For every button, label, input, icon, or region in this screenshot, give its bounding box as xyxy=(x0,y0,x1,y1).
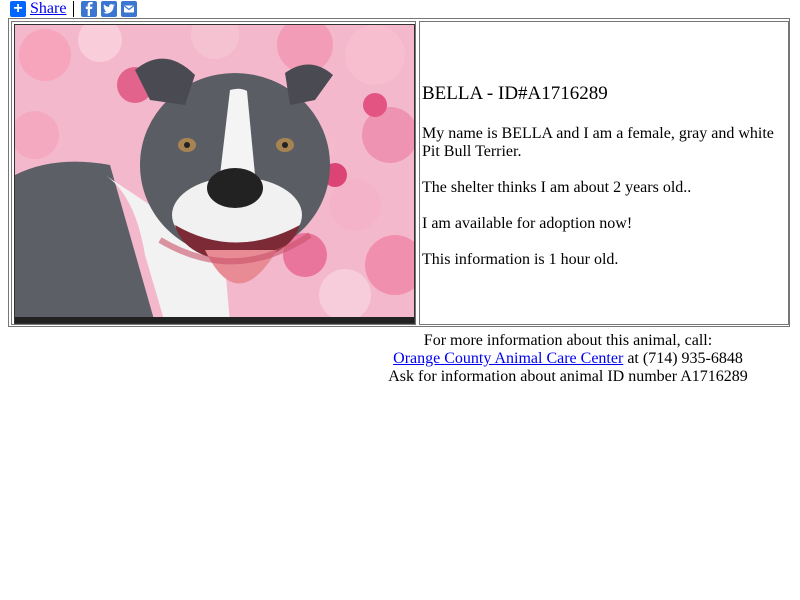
contact-line2: Orange County Animal Care Center at (714… xyxy=(342,350,794,368)
contact-line3: Ask for information about animal ID numb… xyxy=(388,368,748,385)
animal-title: BELLA - ID#A1716289 xyxy=(422,83,608,104)
share-bar: + Share xyxy=(10,0,141,18)
plus-icon[interactable]: + xyxy=(10,1,26,17)
animal-description: My name is BELLA and I am a female, gray… xyxy=(422,125,774,160)
listing-table: BELLA - ID#A1716289 My name is BELLA and… xyxy=(8,18,790,327)
animal-photo[interactable] xyxy=(14,24,415,324)
divider xyxy=(73,1,75,17)
facebook-icon[interactable] xyxy=(81,1,98,17)
twitter-icon[interactable] xyxy=(101,1,118,17)
shelter-link[interactable]: Orange County Animal Care Center xyxy=(393,350,623,367)
animal-age: The shelter thinks I am about 2 years ol… xyxy=(422,179,692,196)
shelter-phone: at (714) 935-6848 xyxy=(623,350,743,367)
photo-cell xyxy=(11,21,416,325)
animal-availability: I am available for adoption now! xyxy=(422,215,633,232)
email-icon[interactable] xyxy=(121,1,138,17)
contact-line1: For more information about this animal, … xyxy=(423,332,713,349)
dog-photo-illustration xyxy=(15,25,414,323)
info-cell: BELLA - ID#A1716289 My name is BELLA and… xyxy=(419,21,789,325)
share-link[interactable]: Share xyxy=(30,0,66,18)
info-freshness: This information is 1 hour old. xyxy=(422,251,619,268)
contact-info: For more information about this animal, … xyxy=(342,332,794,386)
